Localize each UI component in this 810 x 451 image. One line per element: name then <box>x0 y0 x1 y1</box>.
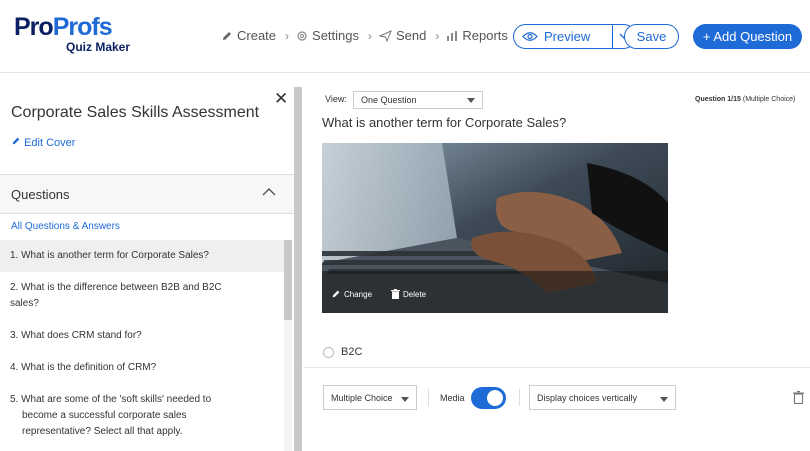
caret-down-icon <box>660 397 668 402</box>
pencil-icon <box>223 31 231 40</box>
image-action-bar <box>322 271 668 313</box>
view-select[interactable]: One Question <box>353 91 483 109</box>
questions-header[interactable]: Questions <box>0 174 294 214</box>
main-nav: Create › Settings › Send › Reports <box>221 28 508 43</box>
radio-button[interactable] <box>323 346 334 358</box>
chevron-right-icon: › <box>435 28 440 43</box>
question-editor: View: One Question Question 1/15 (Multip… <box>303 73 810 451</box>
media-toggle-label: Media <box>440 393 465 403</box>
caret-down-icon <box>467 98 475 103</box>
question-counter: Question 1/15 (Multiple Choice) <box>695 96 796 103</box>
pencil-icon <box>12 137 20 145</box>
preview-button[interactable]: Preview <box>514 25 613 48</box>
delete-image-button[interactable]: Delete <box>391 289 426 299</box>
change-image-button[interactable]: Change <box>331 289 372 299</box>
send-icon <box>379 29 392 42</box>
question-image: Change Delete <box>322 143 668 313</box>
scrollbar-thumb[interactable] <box>284 240 292 320</box>
display-choices-select[interactable]: Display choices vertically <box>529 385 676 410</box>
divider <box>428 389 429 406</box>
quiz-title: Corporate Sales Skills Assessment Edit C… <box>11 104 260 149</box>
nav-send[interactable]: Send <box>379 28 426 43</box>
nav-settings[interactable]: Settings <box>296 28 359 43</box>
question-list-item[interactable]: 4. What is the definition of CRM? <box>0 352 284 384</box>
panel-divider[interactable] <box>294 87 302 451</box>
view-label: View: <box>325 94 347 104</box>
question-list-item[interactable]: 5. What are some of the 'soft skills' ne… <box>0 384 284 448</box>
question-list-item[interactable]: 2. What is the difference between B2B an… <box>0 272 284 320</box>
top-bar: ProProfs Quiz Maker Create › Settings › … <box>0 0 810 73</box>
questions-sidebar: Corporate Sales Skills Assessment Edit C… <box>0 73 303 451</box>
question-list: 1. What is another term for Corporate Sa… <box>0 240 284 448</box>
media-toggle[interactable] <box>471 387 506 409</box>
question-type-select[interactable]: Multiple Choice <box>323 385 417 410</box>
answer-choice[interactable]: B2C <box>323 346 362 358</box>
trash-icon[interactable] <box>793 391 804 404</box>
question-list-item[interactable]: 1. What is another term for Corporate Sa… <box>0 240 284 272</box>
logo-subtitle: Quiz Maker <box>66 40 131 54</box>
nav-create[interactable]: Create <box>221 28 276 43</box>
preview-button-group: Preview <box>513 24 636 49</box>
caret-down-icon <box>401 397 409 402</box>
trash-icon <box>391 289 400 299</box>
nav-reports[interactable]: Reports <box>446 28 508 43</box>
eye-icon <box>522 32 538 41</box>
divider <box>519 389 520 406</box>
pencil-icon <box>332 290 340 298</box>
question-text[interactable]: What is another term for Corporate Sales… <box>322 115 566 130</box>
bar-chart-icon <box>447 30 458 41</box>
save-button[interactable]: Save <box>624 24 679 49</box>
chevron-up-icon <box>262 188 276 196</box>
proprofs-logo[interactable]: ProProfs Quiz Maker <box>14 14 130 54</box>
all-questions-answers-link[interactable]: All Questions & Answers <box>11 221 120 232</box>
question-list-item[interactable]: 3. What does CRM stand for? <box>0 320 284 352</box>
divider <box>303 367 810 368</box>
close-icon[interactable]: ✕ <box>274 89 288 109</box>
edit-cover-link[interactable]: Edit Cover <box>11 137 75 149</box>
add-question-button[interactable]: + Add Question <box>693 24 802 49</box>
gear-icon <box>297 30 307 41</box>
chevron-right-icon: › <box>368 28 373 43</box>
chevron-right-icon: › <box>285 28 290 43</box>
